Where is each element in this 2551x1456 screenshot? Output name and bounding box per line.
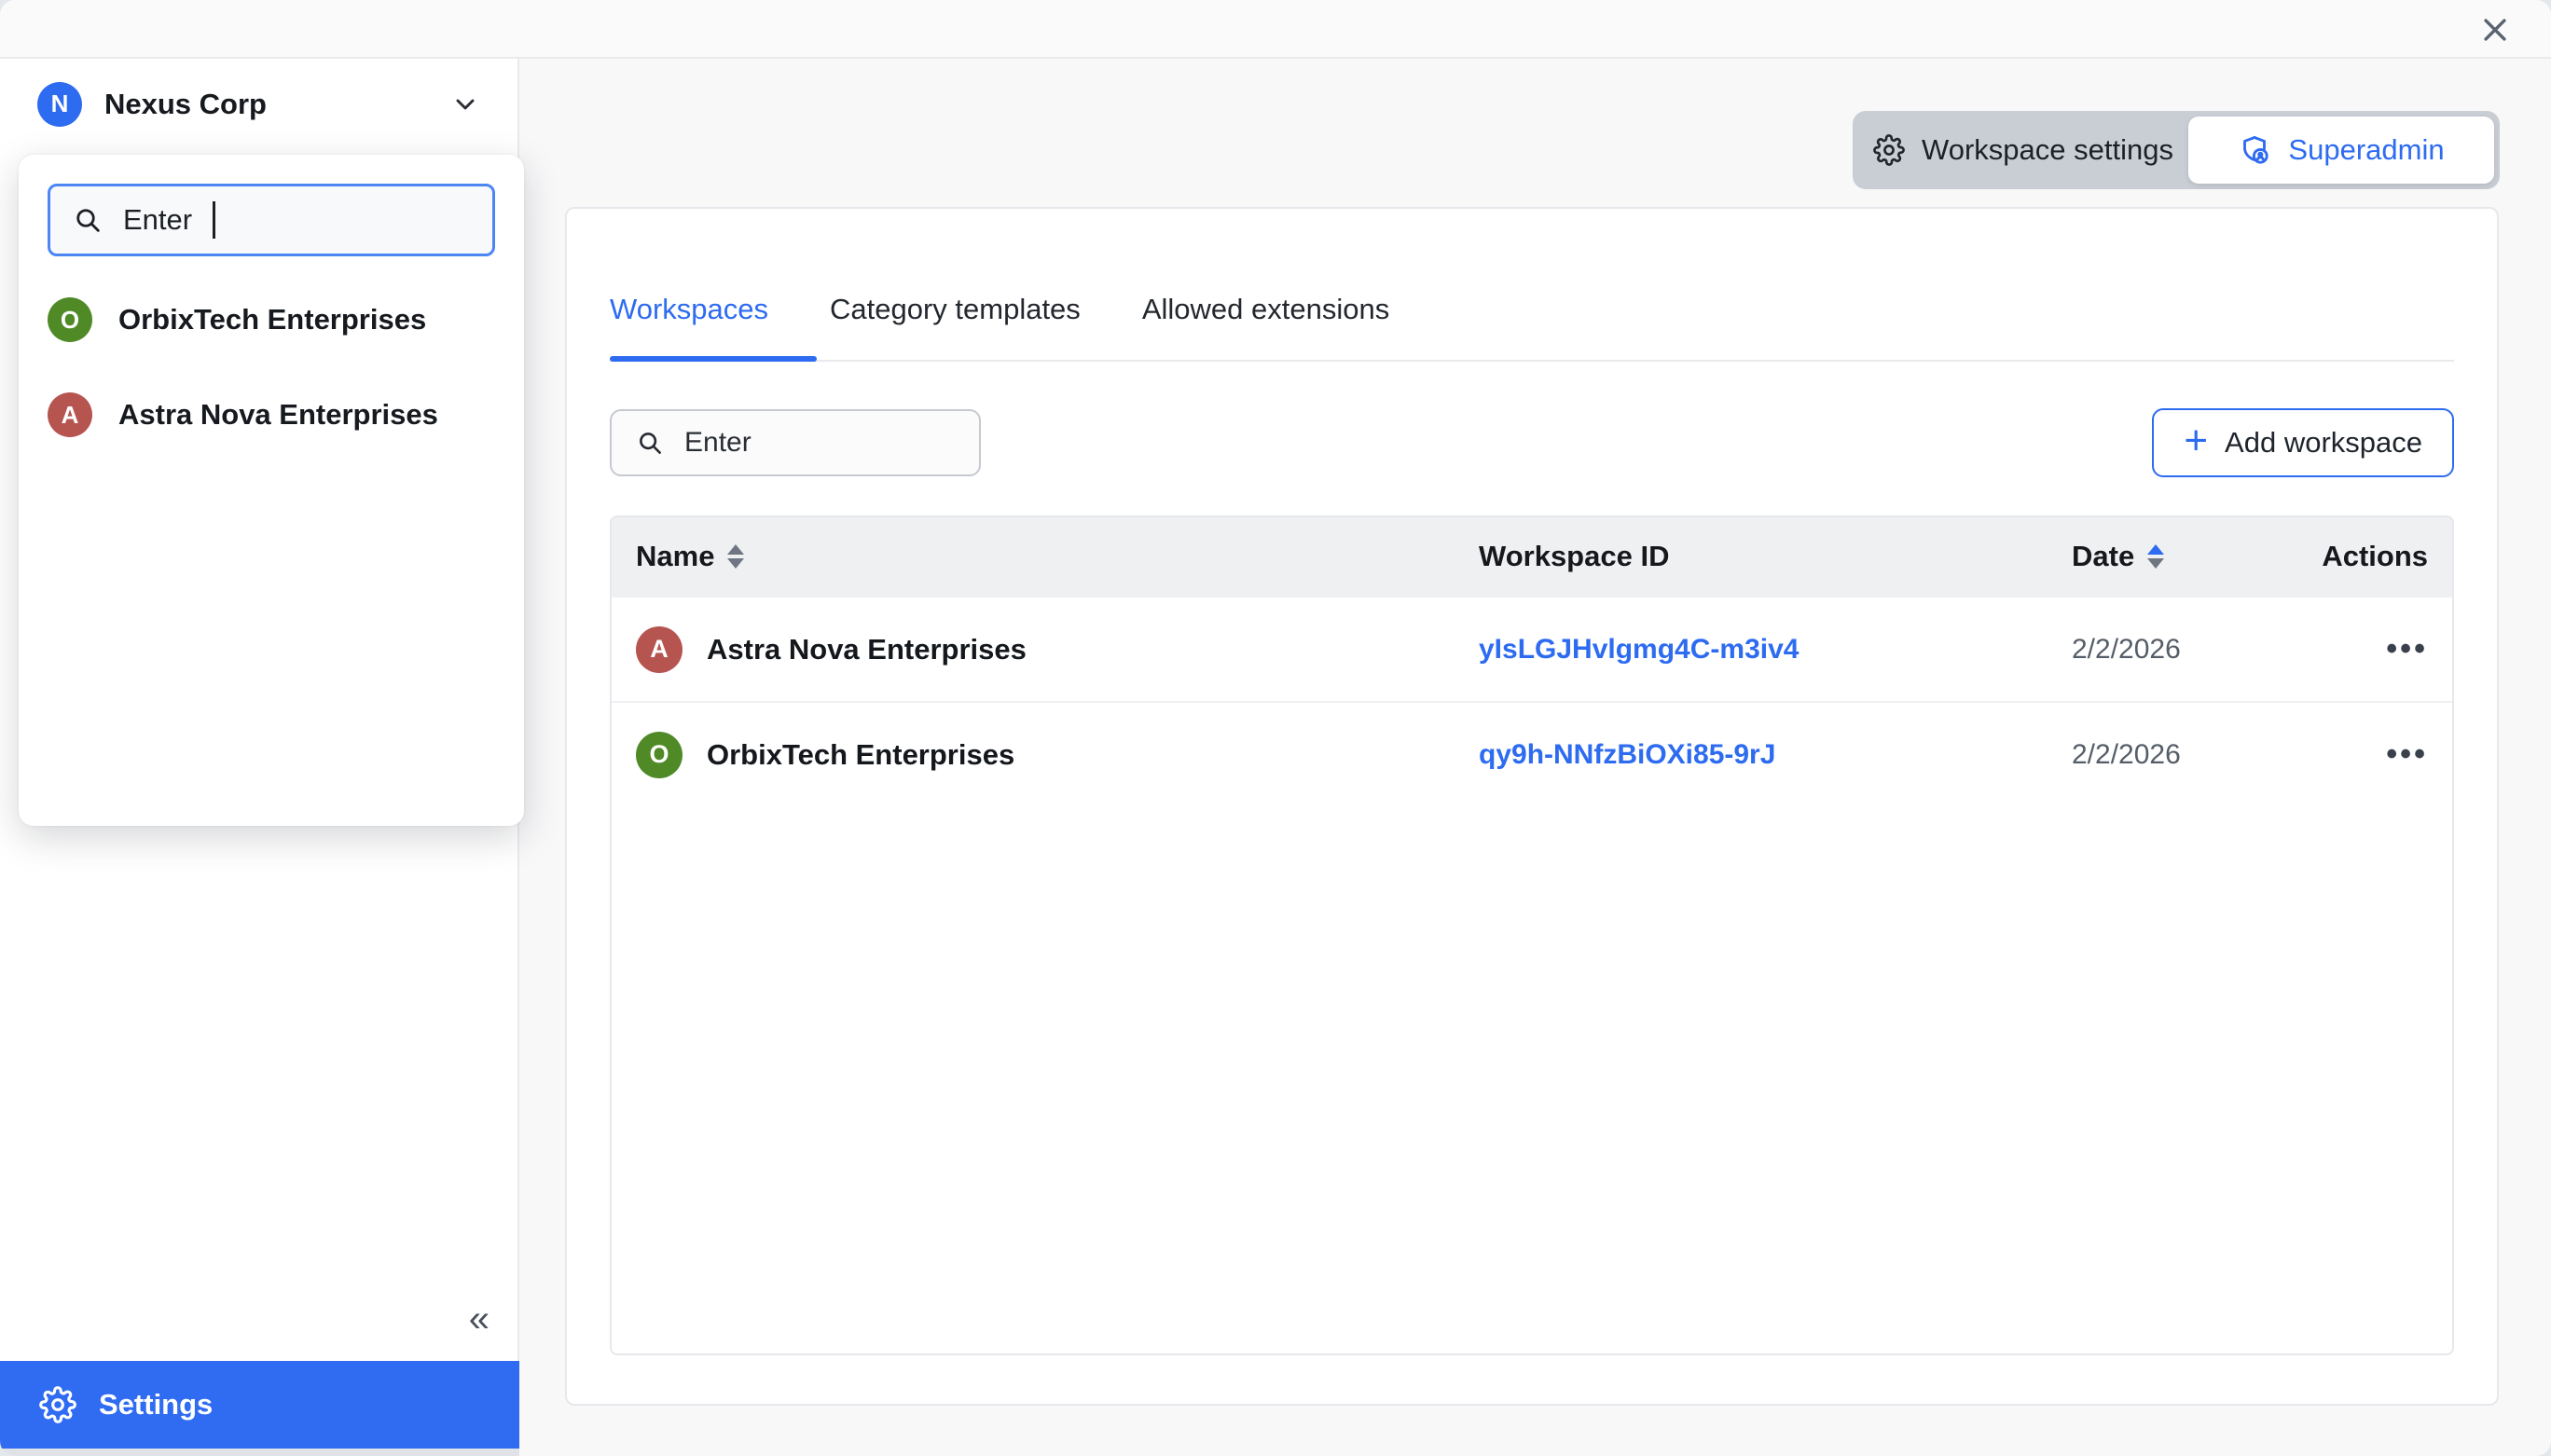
workspace-settings-toggle[interactable]: Workspace settings [1858,133,2188,167]
table-row[interactable]: A Astra Nova Enterprises yIsLGJHvlgmg4C-… [612,596,2452,701]
workspace-search-value: Enter [684,427,752,459]
org-item-avatar: O [48,297,92,342]
org-item-avatar: A [48,392,92,437]
search-icon [73,205,103,235]
sort-icon[interactable] [727,544,744,569]
close-icon[interactable] [2475,9,2516,50]
org-item-name: OrbixTech Enterprises [118,303,426,337]
row-actions-menu-icon[interactable]: ••• [2386,631,2452,667]
column-header-name[interactable]: Name [612,540,1479,573]
column-header-workspace-id: Workspace ID [1479,540,2072,573]
add-workspace-button[interactable]: + Add workspace [2152,408,2454,477]
main-panel: Workspaces Category templates Allowed ex… [565,207,2499,1406]
settings-label: Settings [99,1388,213,1422]
workspace-name: Astra Nova Enterprises [707,633,1027,666]
table-header-row: Name Workspace ID Date Actions [612,517,2452,596]
text-cursor [213,201,215,239]
app-window: N Nexus Corp « Settings [0,0,2551,1456]
column-header-date[interactable]: Date [2072,540,2260,573]
workspace-date: 2/2/2026 [2072,634,2260,666]
org-dropdown-item-astra-nova[interactable]: A Astra Nova Enterprises [48,392,495,437]
org-name: Nexus Corp [104,88,267,121]
table-row[interactable]: O OrbixTech Enterprises qy9h-NNfzBiOXi85… [612,701,2452,806]
org-avatar: N [37,82,82,127]
workspace-avatar: O [636,732,683,778]
gear-icon [39,1386,76,1423]
mode-toggle: Workspace settings Superadmin [1853,111,2500,189]
superadmin-label: Superadmin [2288,133,2444,167]
window-titlebar [0,0,2551,59]
org-item-name: Astra Nova Enterprises [118,398,438,432]
org-dropdown-panel: Enter O OrbixTech Enterprises A Astra No… [19,155,524,826]
workspace-id-link[interactable]: yIsLGJHvlgmg4C-m3iv4 [1479,634,2072,666]
superadmin-toggle[interactable]: Superadmin [2188,117,2494,184]
org-selector[interactable]: N Nexus Corp [0,59,517,149]
window-bottom-edge [0,1449,519,1456]
workspace-name: OrbixTech Enterprises [707,738,1014,772]
sidebar-item-settings[interactable]: Settings [0,1361,519,1449]
column-header-actions: Actions [2322,540,2452,573]
chevron-down-icon[interactable] [450,89,480,119]
sidebar-collapse-button[interactable]: « [469,1300,490,1338]
org-dropdown-item-orbixtech[interactable]: O OrbixTech Enterprises [48,297,495,342]
search-icon [636,429,664,457]
add-workspace-label: Add workspace [2225,426,2422,460]
workspace-date: 2/2/2026 [2072,739,2260,771]
workspace-id-link[interactable]: qy9h-NNfzBiOXi85-9rJ [1479,739,2072,771]
tab-bar: Workspaces Category templates Allowed ex… [610,209,2454,362]
workspace-search-input[interactable]: Enter [610,409,981,476]
workspace-avatar: A [636,626,683,673]
shield-user-icon [2238,133,2271,167]
plus-icon: + [2184,420,2208,461]
gear-icon [1873,134,1905,166]
sort-icon-active[interactable] [2147,544,2164,569]
workspace-toolbar: Enter + Add workspace [610,408,2454,477]
org-search-input[interactable]: Enter [48,184,495,256]
row-actions-menu-icon[interactable]: ••• [2386,736,2452,773]
tab-category-templates[interactable]: Category templates [830,293,1081,360]
tab-workspaces[interactable]: Workspaces [610,293,768,360]
workspace-settings-label: Workspace settings [1922,133,2173,167]
workspaces-table: Name Workspace ID Date Actions [610,515,2454,1355]
tab-allowed-extensions[interactable]: Allowed extensions [1142,293,1389,360]
org-search-value: Enter [123,203,192,237]
